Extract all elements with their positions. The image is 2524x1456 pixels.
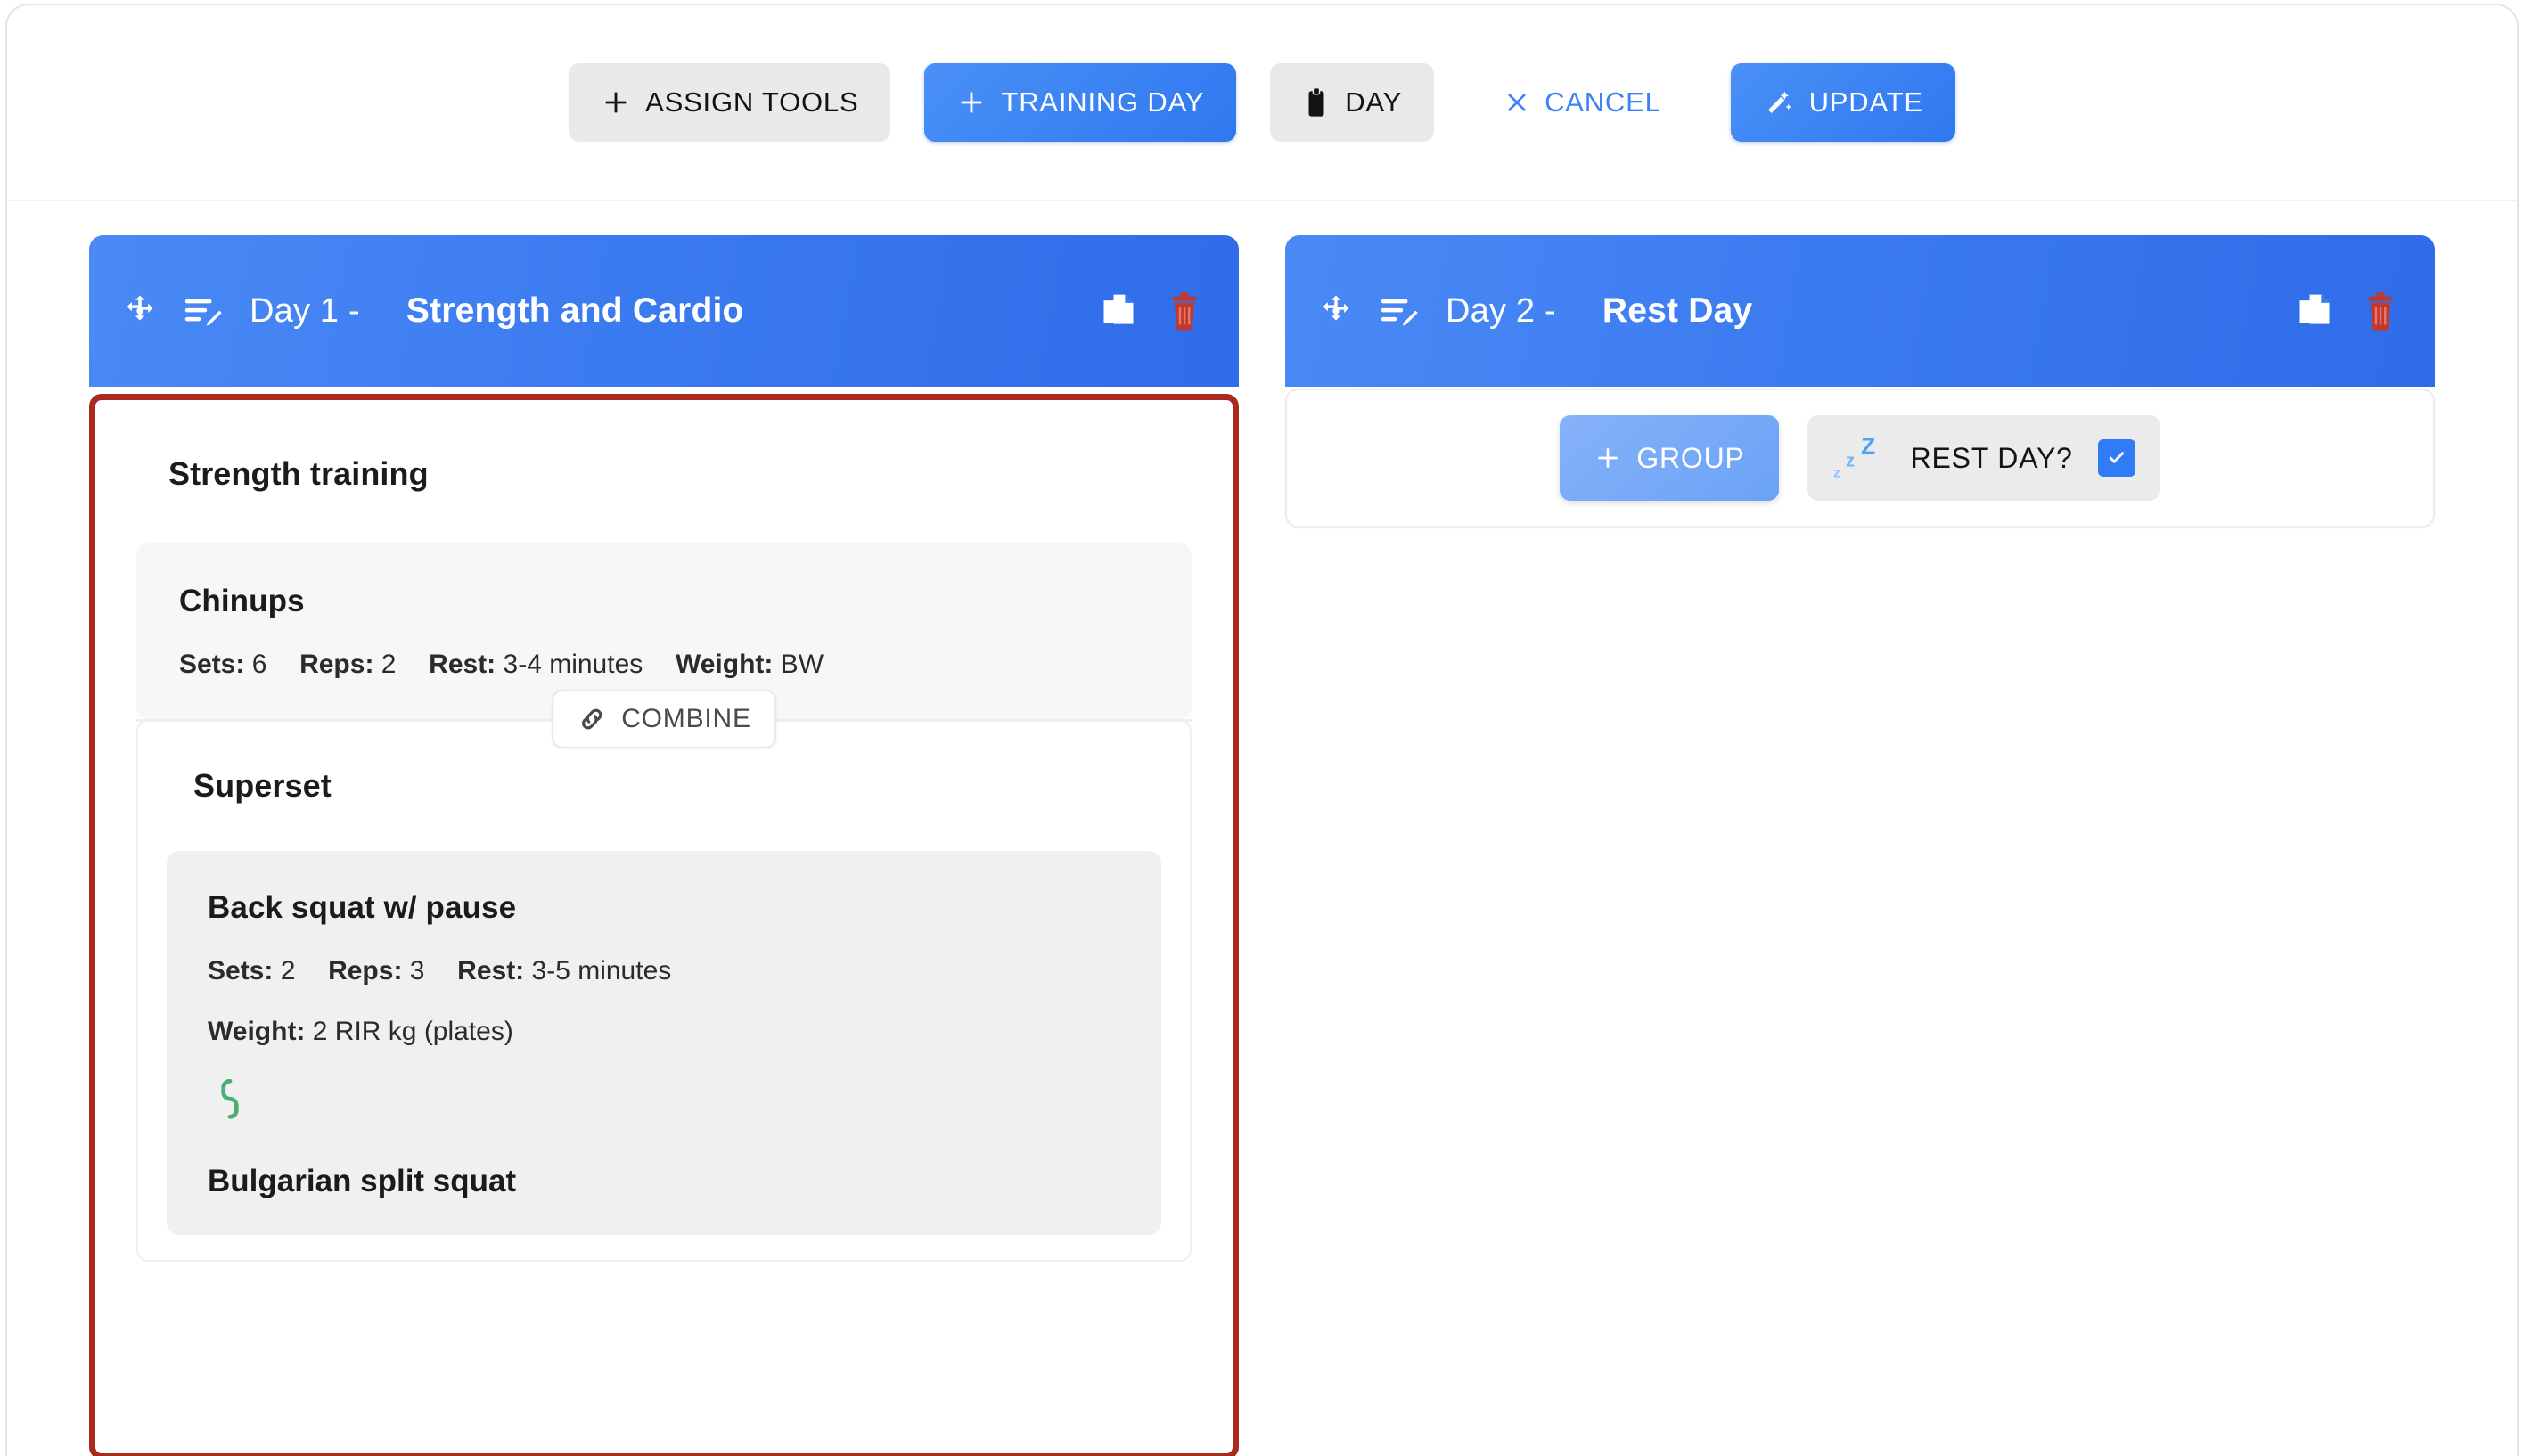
day-1-header-actions xyxy=(1100,291,1201,331)
svg-text:z: z xyxy=(1846,451,1855,470)
day-1-header: Day 1 - Strength and Cardio xyxy=(89,235,1239,387)
plus-icon xyxy=(1594,444,1622,472)
meta-value-rest: 3-4 minutes xyxy=(503,650,643,679)
update-button[interactable]: UPDATE xyxy=(1730,63,1955,142)
app-root: ASSIGN TOOLS TRAINING DAY DAY CANCEL UPD… xyxy=(0,0,2524,1456)
meta-label-weight: Weight: xyxy=(208,1017,306,1046)
sleep-zzz-icon: Z z z xyxy=(1831,430,1886,486)
top-toolbar: ASSIGN TOOLS TRAINING DAY DAY CANCEL UPD… xyxy=(7,5,2517,200)
days-board: Day 1 - Strength and Cardio Strength tra… xyxy=(7,201,2517,1456)
rest-day-checkbox[interactable] xyxy=(2097,439,2135,477)
exercise-name: Chinups xyxy=(179,584,305,618)
clipboard-icon xyxy=(1302,87,1331,118)
day-2-body: GROUP Z z z REST DAY? xyxy=(1285,389,2435,528)
edit-note-icon[interactable] xyxy=(182,292,223,330)
training-day-label: TRAINING DAY xyxy=(1001,86,1205,118)
day-1-body: Strength training Chinups Sets: 6 Reps: … xyxy=(89,394,1239,1456)
section-title-strength-training: Strength training xyxy=(168,455,429,492)
link-icon xyxy=(577,705,607,733)
edit-note-icon[interactable] xyxy=(1378,292,1419,330)
meta-value-reps: 2 xyxy=(381,650,397,679)
meta-value-weight: BW xyxy=(780,650,824,679)
group-title-superset: Superset xyxy=(193,767,332,804)
day-1-title: Strength and Cardio xyxy=(406,291,744,330)
magic-wand-icon xyxy=(1763,87,1795,118)
move-icon[interactable] xyxy=(1317,292,1355,330)
meta-label-reps: Reps: xyxy=(328,956,403,986)
copy-icon[interactable] xyxy=(1100,291,1137,331)
meta-value-sets: 2 xyxy=(280,956,296,986)
exercise-meta-line-2: Weight: 2 RIR kg (plates) xyxy=(208,1017,1124,1047)
day-2-header: Day 2 - Rest Day xyxy=(1285,235,2435,387)
toolbar-button-group: ASSIGN TOOLS TRAINING DAY DAY CANCEL UPD… xyxy=(569,63,1955,142)
add-group-button[interactable]: GROUP xyxy=(1560,415,1779,501)
day-2-header-actions xyxy=(2296,291,2397,331)
combine-button[interactable]: COMBINE xyxy=(552,690,776,748)
delete-icon[interactable] xyxy=(2364,291,2397,331)
copy-icon[interactable] xyxy=(2296,291,2333,331)
exercise-meta-line-1: Sets: 2 Reps: 3 Rest: 3-5 minutes xyxy=(208,956,1124,986)
exercise-name: Back squat w/ pause xyxy=(208,890,517,925)
plus-icon xyxy=(601,87,631,118)
meta-value-rest: 3-5 minutes xyxy=(531,956,672,986)
meta-label-rest: Rest: xyxy=(457,956,525,986)
close-icon xyxy=(1504,89,1530,116)
meta-label-reps: Reps: xyxy=(299,650,374,679)
day-button[interactable]: DAY xyxy=(1270,63,1435,142)
frame-inner: ASSIGN TOOLS TRAINING DAY DAY CANCEL UPD… xyxy=(7,5,2517,1456)
day-column-1: Day 1 - Strength and Cardio Strength tra… xyxy=(89,235,1239,1456)
add-group-label: GROUP xyxy=(1636,441,1745,474)
training-day-button[interactable]: TRAINING DAY xyxy=(924,63,1237,142)
superset-link-icon xyxy=(215,1074,1124,1133)
meta-value-weight: 2 RIR kg (plates) xyxy=(312,1017,513,1046)
svg-text:Z: Z xyxy=(1861,432,1875,459)
move-icon[interactable] xyxy=(121,292,159,330)
meta-label-weight: Weight: xyxy=(675,650,774,679)
meta-label-rest: Rest: xyxy=(429,650,496,679)
rest-day-label: REST DAY? xyxy=(1910,441,2073,474)
exercise-meta: Sets: 6 Reps: 2 Rest: 3-4 minutes Weight… xyxy=(179,650,1152,680)
day-column-2: Day 2 - Rest Day GROUP Z z z REST DAY? xyxy=(1285,235,2435,1456)
assign-tools-label: ASSIGN TOOLS xyxy=(645,86,859,118)
day-label: DAY xyxy=(1345,86,1403,118)
rest-day-toggle-group[interactable]: Z z z REST DAY? xyxy=(1807,415,2160,501)
meta-value-sets: 6 xyxy=(251,650,267,679)
combine-label: COMBINE xyxy=(621,704,751,733)
cancel-label: CANCEL xyxy=(1545,86,1661,118)
exercise-card-back-squat[interactable]: Back squat w/ pause Sets: 2 Reps: 3 Rest… xyxy=(167,851,1161,1235)
day-2-prefix: Day 2 - xyxy=(1446,291,1556,330)
delete-icon[interactable] xyxy=(1168,291,1201,331)
day-1-prefix: Day 1 - xyxy=(250,291,360,330)
assign-tools-button[interactable]: ASSIGN TOOLS xyxy=(569,63,891,142)
cancel-button[interactable]: CANCEL xyxy=(1471,63,1693,142)
superset-group-card: Superset Back squat w/ pause Sets: 2 Rep… xyxy=(136,719,1192,1262)
meta-value-reps: 3 xyxy=(409,956,425,986)
plus-icon xyxy=(956,87,987,118)
page-frame: ASSIGN TOOLS TRAINING DAY DAY CANCEL UPD… xyxy=(5,4,2519,1456)
svg-text:z: z xyxy=(1833,466,1840,481)
update-label: UPDATE xyxy=(1808,86,1923,118)
day-2-title: Rest Day xyxy=(1602,291,1753,330)
meta-label-sets: Sets: xyxy=(208,956,274,986)
meta-label-sets: Sets: xyxy=(179,650,245,679)
exercise-name: Bulgarian split squat xyxy=(208,1164,517,1198)
